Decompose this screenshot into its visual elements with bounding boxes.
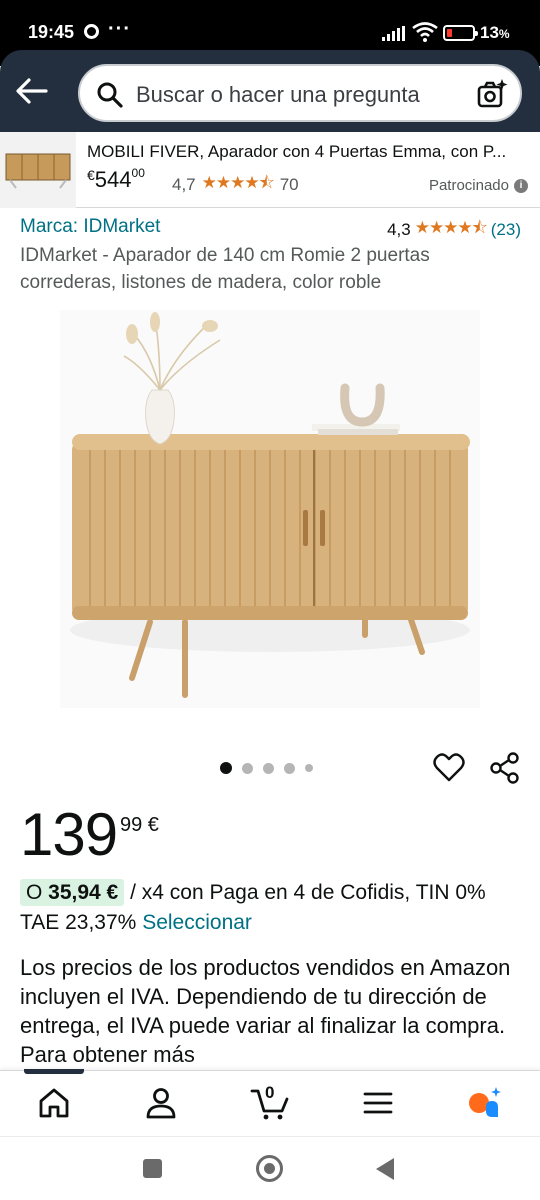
sponsored-product[interactable]: MOBILI FIVER, Aparador con 4 Puertas Emm…	[0, 132, 540, 208]
installment-offer: O 35,94 € / x4 con Paga en 4 de Cofidis,…	[20, 878, 525, 938]
battery-percent: 13%	[480, 23, 510, 42]
system-nav-bar	[0, 1136, 540, 1200]
brand-link[interactable]: Marca: IDMarket	[20, 216, 160, 238]
vat-notice: Los precios de los productos vendidos en…	[20, 955, 511, 1067]
back-button[interactable]	[376, 1158, 394, 1180]
home-icon[interactable]	[36, 1085, 72, 1121]
product-image[interactable]	[60, 310, 480, 708]
sponsored-title[interactable]: MOBILI FIVER, Aparador con 4 Puertas Emm…	[87, 142, 527, 162]
home-button[interactable]	[256, 1155, 283, 1182]
wifi-icon	[412, 22, 438, 42]
star-rating-icon: ★★★★⯪	[201, 173, 275, 192]
product-rating[interactable]: 4,3 ★★★★⯪ (23)	[387, 215, 521, 244]
product-title: IDMarket - Aparador de 140 cm Romie 2 pu…	[20, 245, 430, 293]
signal-icon	[382, 26, 405, 41]
search-header: Buscar o hacer una pregunta	[0, 50, 540, 132]
heart-icon[interactable]	[433, 752, 465, 782]
pager-dot[interactable]	[305, 764, 313, 772]
search-placeholder: Buscar o hacer una pregunta	[136, 82, 420, 107]
price-cents: 99 €	[120, 814, 159, 836]
pager-dot[interactable]	[284, 762, 295, 774]
review-count: (23)	[490, 219, 521, 239]
status-time: 19:45	[28, 22, 75, 42]
account-icon[interactable]	[143, 1085, 179, 1121]
arrow-left-icon[interactable]	[14, 76, 48, 106]
info-icon: i	[514, 178, 528, 193]
star-rating-icon: ★★★★⯪	[414, 218, 488, 237]
price-whole: 139	[20, 801, 118, 868]
recents-button[interactable]	[143, 1159, 162, 1178]
bottom-nav: 0	[0, 1069, 540, 1136]
pager-dot[interactable]	[242, 762, 253, 774]
rufus-icon[interactable]	[466, 1085, 502, 1121]
camera-sparkle-icon[interactable]	[476, 78, 508, 110]
sponsored-price: €54400	[87, 166, 145, 192]
overflow-indicator: ···	[108, 18, 131, 40]
pager-dot[interactable]	[263, 762, 274, 774]
cart-button[interactable]: 0	[250, 1083, 290, 1121]
battery-icon	[443, 25, 478, 41]
search-input[interactable]: Buscar o hacer una pregunta	[78, 64, 522, 122]
sponsored-label[interactable]: Patrocinado i	[429, 177, 528, 194]
sponsored-rating: 4,7 ★★★★⯪ 70	[172, 170, 299, 199]
installment-badge: O 35,94 €	[20, 879, 125, 906]
search-icon	[97, 82, 123, 108]
share-icon[interactable]	[489, 752, 521, 784]
pager-dot[interactable]	[220, 762, 232, 774]
product-price: 139 99 €	[20, 800, 159, 869]
menu-icon[interactable]	[360, 1085, 396, 1121]
image-pager[interactable]	[220, 762, 313, 774]
select-installment-link[interactable]: Seleccionar	[142, 911, 252, 934]
sponsored-thumbnail[interactable]	[0, 132, 76, 208]
chrome-icon	[84, 24, 99, 39]
cart-count: 0	[265, 1083, 275, 1102]
active-tab-indicator	[24, 1069, 84, 1074]
